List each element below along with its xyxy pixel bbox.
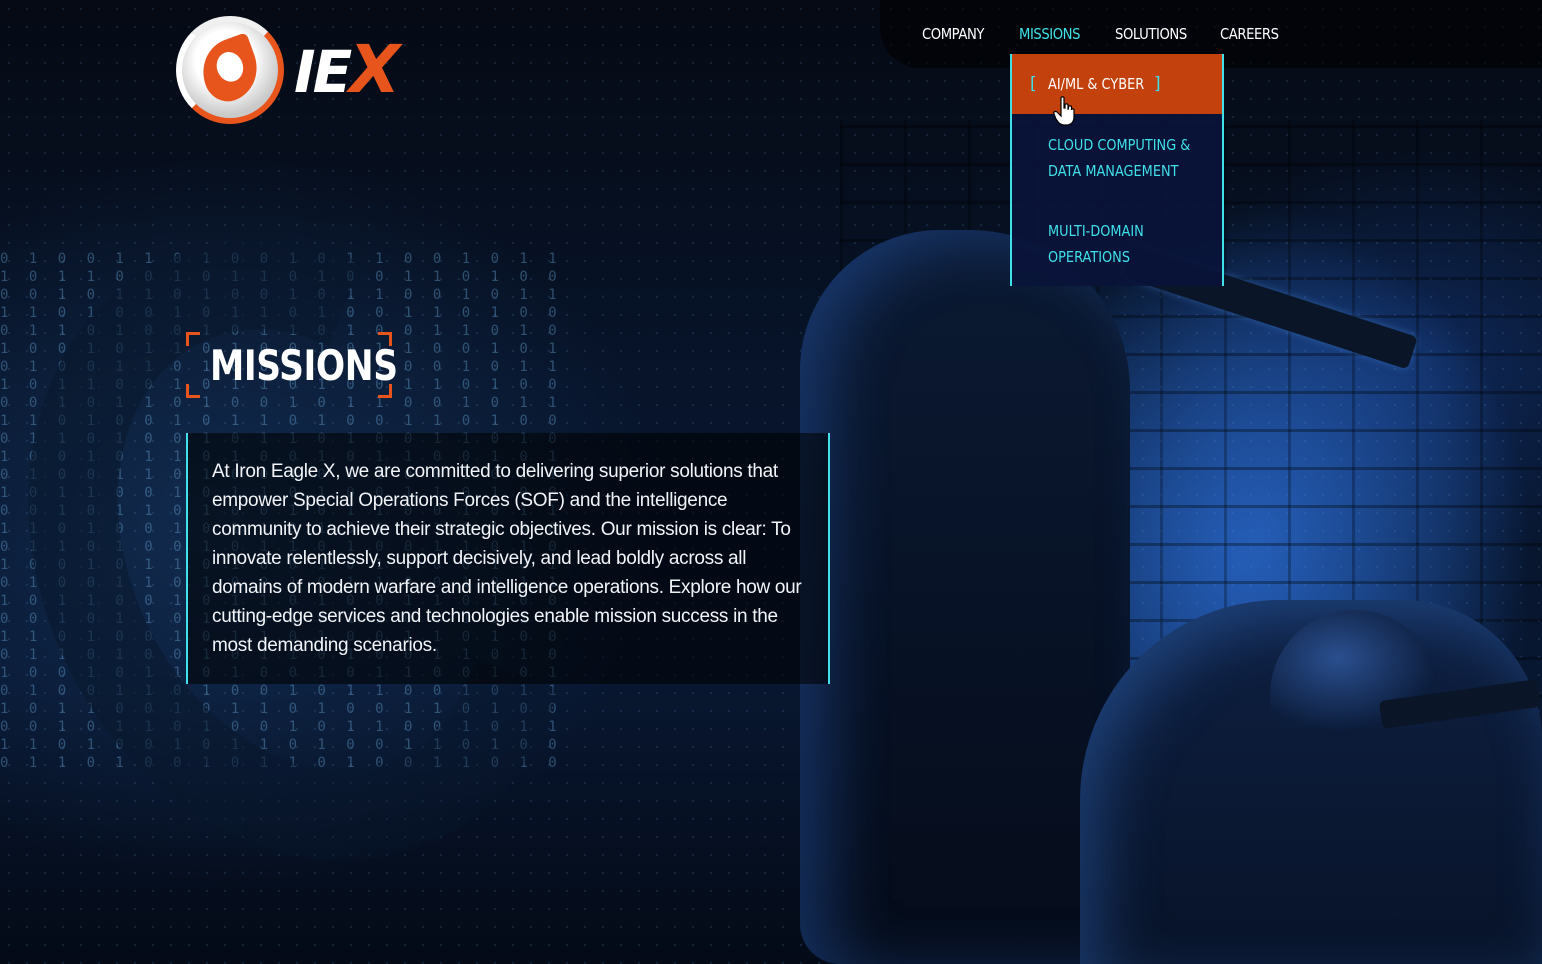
bracket-right: ] <box>1154 74 1161 94</box>
dropdown-item-label: AI/ML & CYBER <box>1048 75 1145 93</box>
corner-bracket-icon <box>186 332 200 346</box>
logo-text-ie: IE <box>294 38 352 106</box>
missions-title-frame: MISSIONS <box>186 332 398 398</box>
mission-description-panel: At Iron Eagle X, we are committed to del… <box>186 433 830 684</box>
dropdown-item-cloud-computing[interactable]: CLOUD COMPUTING & DATA MANAGEMENT <box>1012 132 1222 184</box>
mission-description-text: At Iron Eagle X, we are committed to del… <box>212 461 802 656</box>
nav-careers[interactable]: CAREERS <box>1220 22 1290 46</box>
dropdown-item-multi-domain[interactable]: MULTI-DOMAIN OPERATIONS <box>1012 218 1222 270</box>
nav-company[interactable]: COMPANY <box>922 22 992 46</box>
dropdown-item-aiml-cyber[interactable]: [ AI/ML & CYBER ] <box>1012 54 1222 114</box>
iex-logo[interactable]: IEX <box>176 16 416 128</box>
bracket-left: [ <box>1030 74 1037 94</box>
dropdown-item-label: MULTI-DOMAIN OPERATIONS <box>1048 222 1144 266</box>
page-title: MISSIONS <box>210 341 398 390</box>
corner-bracket-icon <box>186 384 200 398</box>
logo-wordmark: IEX <box>294 37 400 103</box>
nav-missions[interactable]: MISSIONS <box>1019 22 1089 46</box>
missions-dropdown-menu: [ AI/ML & CYBER ] CLOUD COMPUTING & DATA… <box>1010 54 1224 286</box>
logo-text-x: X <box>349 31 400 108</box>
nav-solutions[interactable]: SOLUTIONS <box>1115 22 1194 46</box>
dropdown-item-label: CLOUD COMPUTING & DATA MANAGEMENT <box>1048 136 1191 180</box>
hand-pointer-icon <box>1053 96 1075 126</box>
